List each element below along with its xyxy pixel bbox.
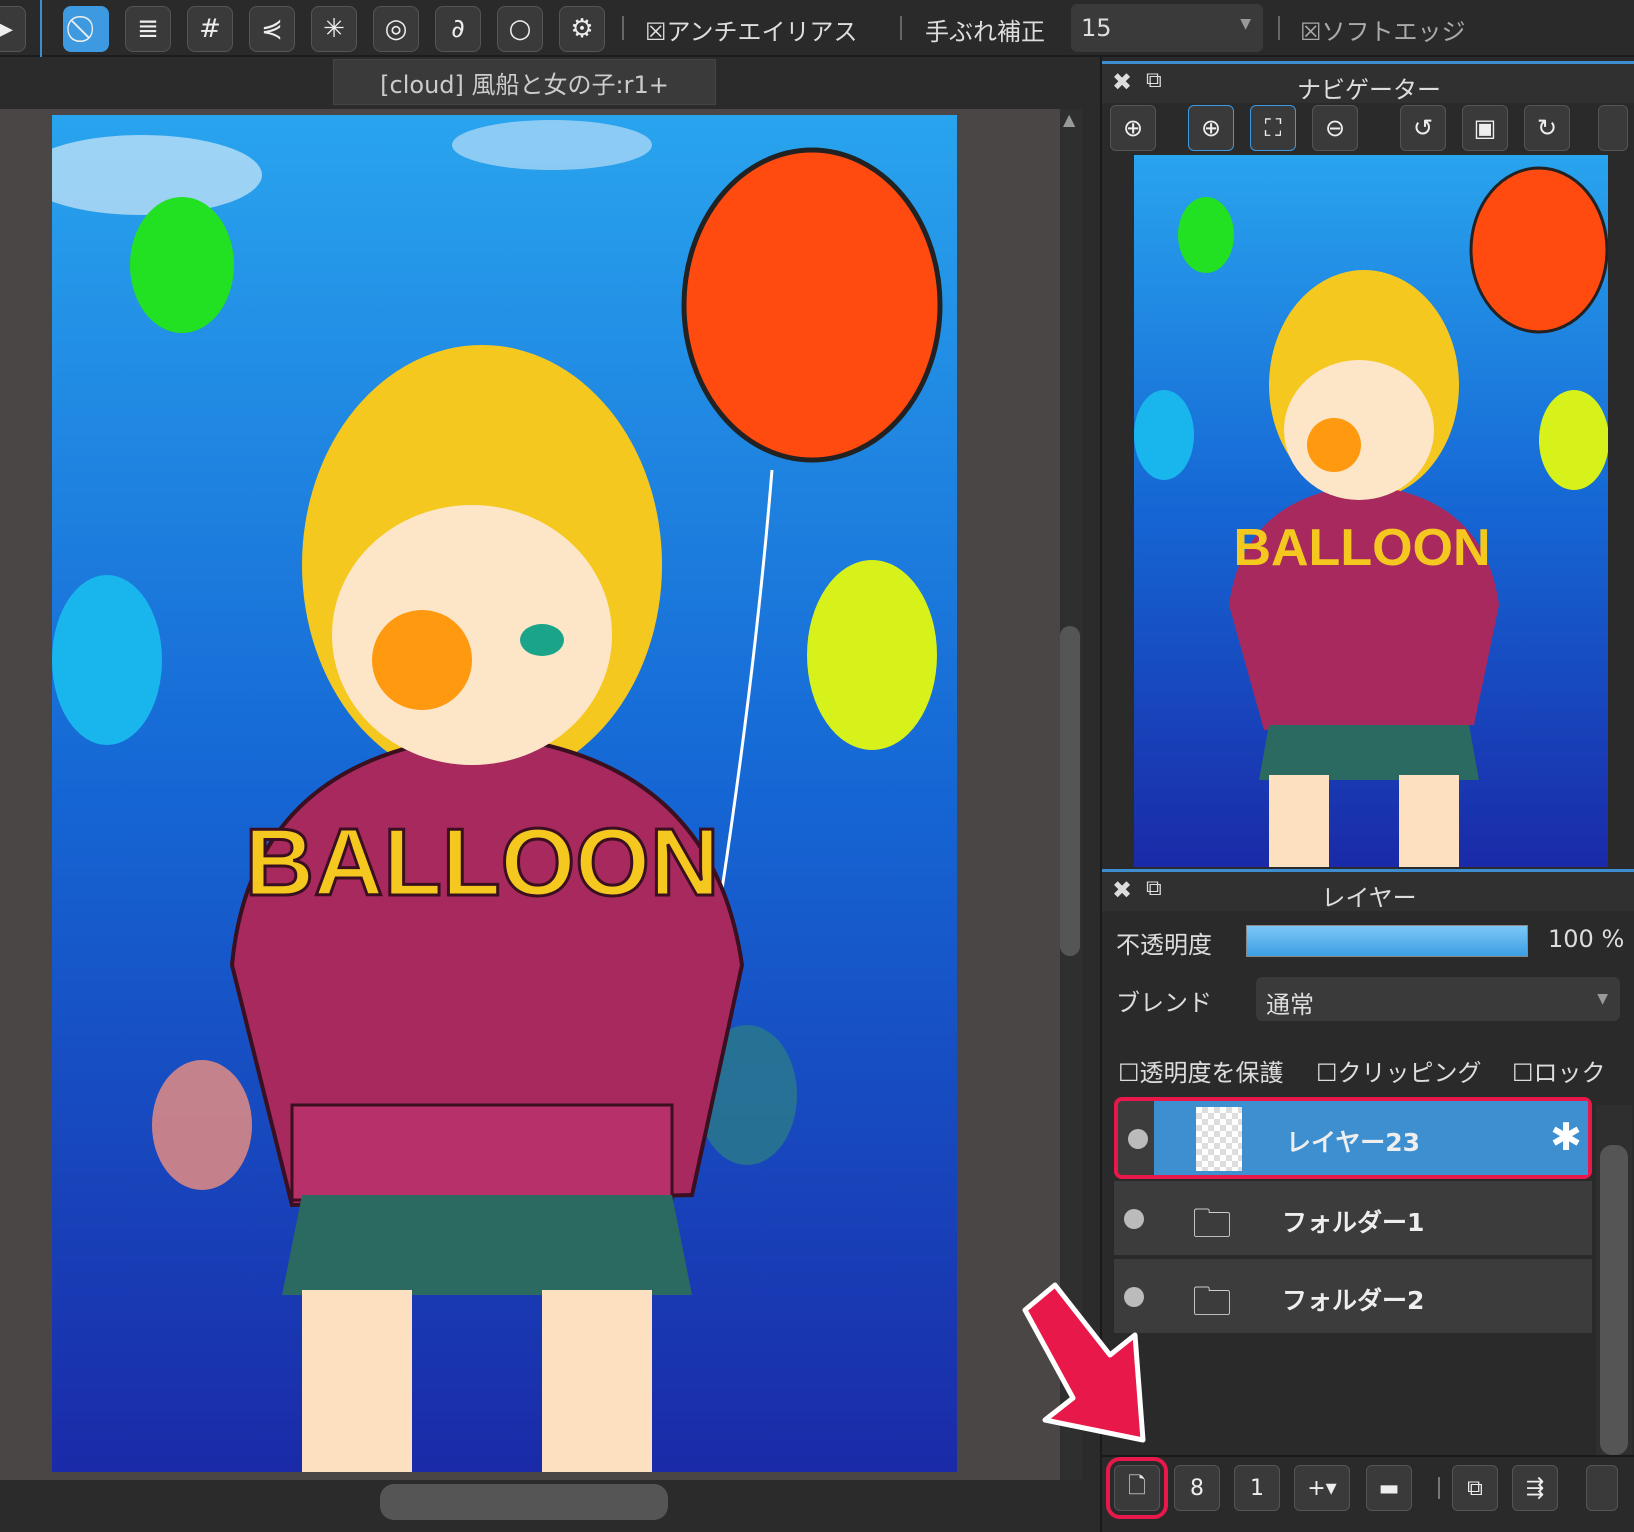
new-8bit-layer-button[interactable]: 8 (1174, 1465, 1220, 1511)
gear-icon[interactable]: ✱ (1550, 1115, 1582, 1159)
chevron-down-icon: ▼ (1597, 991, 1608, 1007)
visibility-icon[interactable] (1128, 1129, 1148, 1149)
checkbox-checked-icon: ☒ (645, 18, 667, 46)
layer-row-selected[interactable]: レイヤー23 ✱ (1114, 1097, 1592, 1179)
cloud (452, 120, 652, 170)
green-balloon (130, 197, 234, 333)
perspective-icon[interactable]: ⋞ (249, 6, 295, 52)
parallel-lines-icon[interactable]: ≣ (125, 6, 171, 52)
blue-balloon (52, 575, 162, 745)
grid-icon[interactable]: # (187, 6, 233, 52)
add-layer-dropdown-button[interactable]: +▾ (1294, 1465, 1350, 1511)
right-panel: ✖ ⧉ ナビゲーター ⊕ ⊕ ⛶ ⊖ ↺ ▣ ↻ BALLOON ✖ ⧉ レイヤー … (1100, 57, 1634, 1532)
preview-shirt-text: BALLOON (1233, 519, 1490, 577)
rotate-left-icon[interactable]: ↺ (1400, 105, 1446, 151)
layer-row[interactable]: 🗀 フォルダー2 (1114, 1259, 1592, 1335)
layer-row[interactable]: 🗀 フォルダー1 (1114, 1181, 1592, 1257)
visibility-icon[interactable] (1124, 1209, 1144, 1229)
shirt-text: BALLOON (245, 809, 720, 916)
zoom-out-icon[interactable]: ⊖ (1312, 105, 1358, 151)
blend-mode-select[interactable]: 通常 ▼ (1256, 977, 1620, 1021)
zoom-in-icon[interactable]: ⊕ (1188, 105, 1234, 151)
merge-layer-button[interactable]: ⇶ (1512, 1465, 1558, 1511)
vertical-scroll-thumb[interactable] (1060, 626, 1080, 956)
pink-balloon (152, 1060, 252, 1190)
face (332, 505, 612, 765)
checkbox-checked-icon: ☒ (1300, 18, 1322, 46)
document-tab-bar: [cloud] 風船と女の子:r1+ (0, 59, 1100, 109)
tool-options-bar: ▶ ⃠ ≣ # ⋞ ✳ ◎ ∂ ○ ⚙ ☒アンチエイリアス 手ぶれ補正 15▼ … (0, 0, 1634, 57)
stabilizer-label: 手ぶれ補正 (925, 18, 1045, 46)
layer-thumbnail (1196, 1107, 1242, 1171)
opacity-label: 不透明度 (1116, 931, 1212, 959)
zoom-actual-icon[interactable]: ⊕ (1110, 105, 1156, 151)
artwork-canvas[interactable]: BALLOON (52, 115, 957, 1472)
new-layer-button[interactable]: 🗋 (1106, 1457, 1168, 1519)
chevron-down-icon: ▼ (1240, 16, 1251, 32)
scroll-up-icon[interactable]: ▲ (1063, 110, 1075, 129)
folder-icon: 🗀 (1192, 1279, 1232, 1325)
red-balloon (681, 147, 943, 463)
yellow-balloon (807, 560, 937, 750)
new-1bit-layer-button[interactable]: 1 (1234, 1465, 1280, 1511)
layers-scrollbar[interactable] (1596, 1105, 1632, 1495)
lock-checkbox[interactable]: ☐ロック (1512, 1053, 1606, 1088)
blend-label: ブレンド (1116, 989, 1212, 1017)
red-arrow-annotation (1022, 1282, 1146, 1443)
navigator-header: ✖ ⧉ ナビゲーター (1102, 61, 1634, 104)
bubblegum (372, 610, 472, 710)
canvas-area[interactable]: BALLOON (0, 109, 1060, 1480)
opacity-slider[interactable] (1246, 925, 1528, 957)
protect-alpha-checkbox[interactable]: ☐透明度を保護 (1118, 1053, 1284, 1088)
duplicate-layer-button[interactable]: ⧉ (1452, 1465, 1498, 1511)
fit-icon[interactable]: ⛶ (1250, 105, 1296, 151)
concentric-icon[interactable]: ◎ (373, 6, 419, 52)
more-button[interactable] (1586, 1465, 1618, 1511)
layers-header: ✖ ⧉ レイヤー (1102, 869, 1634, 912)
folder-icon: 🗀 (1192, 1201, 1232, 1247)
forbidden-icon[interactable]: ⃠ (63, 6, 109, 52)
flip-icon[interactable]: ▣ (1462, 105, 1508, 151)
clipping-checkbox[interactable]: ☐クリッピング (1316, 1053, 1482, 1088)
expand-icon[interactable]: ▶ (0, 6, 26, 52)
stabilizer-select[interactable]: 15 ▼ (1071, 4, 1263, 52)
document-tab[interactable]: [cloud] 風船と女の子:r1+ (333, 59, 716, 105)
layers-scroll-thumb[interactable] (1600, 1145, 1628, 1455)
navigator-preview[interactable]: BALLOON (1134, 155, 1608, 867)
antialias-checkbox[interactable]: ☒アンチエイリアス (645, 12, 858, 47)
circle-icon[interactable]: ○ (497, 6, 543, 52)
horizontal-scroll-thumb[interactable] (380, 1484, 668, 1520)
curve-icon[interactable]: ∂ (435, 6, 481, 52)
rotate-right-icon[interactable]: ↻ (1524, 105, 1570, 151)
radial-icon[interactable]: ✳ (311, 6, 357, 52)
new-folder-button[interactable]: ▬ (1366, 1465, 1412, 1511)
opacity-value: 100 % (1548, 925, 1625, 953)
gear-icon[interactable]: ⚙ (559, 6, 605, 52)
more-icon[interactable] (1598, 105, 1628, 151)
soft-edge-checkbox[interactable]: ☒ソフトエッジ (1300, 12, 1466, 47)
